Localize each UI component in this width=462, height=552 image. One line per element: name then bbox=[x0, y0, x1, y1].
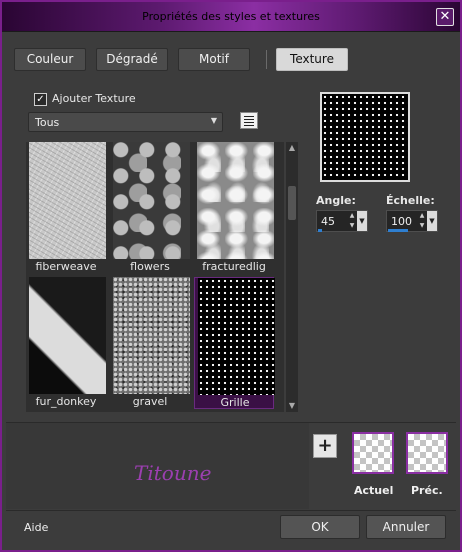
close-icon: ✕ bbox=[439, 9, 451, 24]
help-link[interactable]: Aide bbox=[24, 521, 48, 534]
spin-arrows-icon[interactable]: ▲ ▼ bbox=[417, 211, 427, 231]
texture-tile-fur-donkey[interactable]: fur_donkey bbox=[26, 277, 106, 409]
tab-separator bbox=[266, 50, 267, 69]
category-value: Tous bbox=[35, 116, 60, 129]
add-texture-checkbox[interactable]: ✓ bbox=[34, 93, 47, 106]
tab-bar: Couleur Dégradé Motif Texture bbox=[14, 48, 454, 72]
texture-tile-grille[interactable]: Grille bbox=[194, 277, 275, 409]
texture-swatch bbox=[29, 277, 106, 394]
texture-label: Grille bbox=[220, 396, 250, 409]
texture-swatch bbox=[197, 142, 274, 259]
texture-label: fiberweave bbox=[35, 260, 97, 273]
current-label: Actuel bbox=[354, 484, 394, 497]
scroll-thumb[interactable] bbox=[288, 186, 296, 220]
cancel-button[interactable]: Annuler bbox=[366, 515, 446, 539]
texture-swatch bbox=[198, 278, 275, 395]
previous-label: Préc. bbox=[411, 484, 443, 497]
ok-button[interactable]: OK bbox=[280, 515, 360, 539]
tab-degrade[interactable]: Dégradé bbox=[96, 48, 168, 71]
chevron-down-icon: ▼ bbox=[210, 116, 217, 125]
angle-value: 45 bbox=[321, 215, 335, 228]
previous-swatch[interactable] bbox=[406, 432, 448, 474]
texture-label: flowers bbox=[130, 260, 170, 273]
texture-label: gravel bbox=[132, 395, 168, 408]
texture-browser: ✓ Ajouter Texture Tous ▼ fiberweave flow… bbox=[26, 88, 306, 418]
texture-tile-gravel[interactable]: gravel bbox=[110, 277, 190, 409]
texture-swatch bbox=[113, 142, 190, 259]
angle-label: Angle: bbox=[316, 194, 356, 207]
texture-label: fracturedlig bbox=[202, 260, 266, 273]
texture-tile-flowers[interactable]: flowers bbox=[110, 142, 190, 274]
checkmark-icon: ✓ bbox=[36, 94, 45, 105]
chevron-down-icon[interactable]: ▼ bbox=[427, 211, 437, 231]
texture-preview[interactable] bbox=[320, 92, 410, 182]
texture-grid: fiberweave flowers fracturedlig fur_donk… bbox=[26, 142, 284, 412]
texture-tile-fiberweave[interactable]: fiberweave bbox=[26, 142, 106, 274]
texture-swatch bbox=[29, 142, 106, 259]
angle-level-bar bbox=[318, 229, 322, 232]
close-button[interactable]: ✕ bbox=[436, 8, 454, 26]
texture-label: fur_donkey bbox=[35, 395, 97, 408]
title-bar[interactable]: Propriétés des styles et textures ✕ bbox=[2, 2, 460, 32]
scale-spinner[interactable]: 100 ▲ ▼ ▼ bbox=[386, 210, 438, 232]
window-title: Propriétés des styles et textures bbox=[142, 10, 320, 23]
texture-swatch bbox=[113, 277, 190, 394]
scroll-down-icon[interactable]: ▼ bbox=[286, 400, 298, 412]
texture-tile-fracturedlig[interactable]: fracturedlig bbox=[194, 142, 274, 274]
scroll-up-icon[interactable]: ▲ bbox=[286, 142, 298, 154]
chevron-down-icon[interactable]: ▼ bbox=[357, 211, 367, 231]
tab-couleur[interactable]: Couleur bbox=[14, 48, 86, 71]
footer-divider bbox=[6, 510, 456, 511]
tab-motif[interactable]: Motif bbox=[178, 48, 250, 71]
category-dropdown[interactable]: Tous ▼ bbox=[28, 112, 223, 132]
add-swatch-button[interactable]: + bbox=[313, 434, 337, 458]
scale-value: 100 bbox=[391, 215, 412, 228]
styles-textures-dialog: Propriétés des styles et textures ✕ Coul… bbox=[0, 0, 462, 552]
signature-watermark: Titoune bbox=[134, 461, 212, 485]
current-swatch[interactable] bbox=[352, 432, 394, 474]
plus-icon: + bbox=[317, 435, 333, 456]
signature-area: Titoune bbox=[6, 423, 309, 509]
texture-scrollbar[interactable]: ▲ ▼ bbox=[286, 142, 298, 412]
add-texture-label: Ajouter Texture bbox=[52, 92, 136, 105]
spin-arrows-icon[interactable]: ▲ ▼ bbox=[347, 211, 357, 231]
scale-level-bar bbox=[388, 229, 408, 232]
tab-texture[interactable]: Texture bbox=[276, 48, 348, 71]
scale-label: Échelle: bbox=[386, 194, 435, 207]
list-view-icon[interactable] bbox=[240, 112, 258, 129]
angle-spinner[interactable]: 45 ▲ ▼ ▼ bbox=[316, 210, 368, 232]
